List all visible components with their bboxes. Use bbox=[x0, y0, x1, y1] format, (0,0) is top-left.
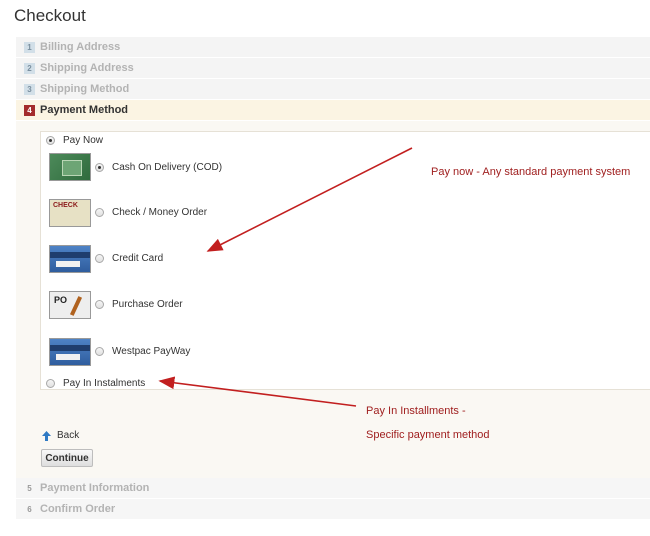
payment-option-label: Purchase Order bbox=[112, 299, 183, 310]
pay-now-label: Pay Now bbox=[63, 135, 104, 146]
step-label: Billing Address bbox=[40, 41, 121, 53]
check-icon-label: CHECK bbox=[53, 202, 78, 209]
step-payment-method[interactable]: 4 Payment Method bbox=[16, 100, 650, 121]
cod-card-icon bbox=[49, 153, 91, 181]
annotation-pay-now: Pay now - Any standard payment system bbox=[431, 166, 631, 178]
step-number: 3 bbox=[24, 83, 35, 95]
purchase-order-radio[interactable] bbox=[95, 300, 104, 309]
step-payment-information[interactable]: 5 Payment Information bbox=[16, 478, 650, 499]
step-number: 5 bbox=[24, 482, 35, 494]
checkout-steps: 1 Billing Address 2 Shipping Address 3 S… bbox=[16, 37, 650, 121]
pay-instalments-label: Pay In Instalments bbox=[63, 378, 146, 389]
payment-option-label: Westpac PayWay bbox=[112, 346, 191, 357]
payment-option-label: Credit Card bbox=[112, 253, 164, 264]
payment-option-check[interactable]: Check / Money Order bbox=[95, 207, 207, 218]
annotation-instalments-line1: Pay In Installments - bbox=[366, 405, 466, 417]
check-radio[interactable] bbox=[95, 208, 104, 217]
annotation-instalments-line2: Specific payment method bbox=[366, 429, 490, 441]
checkout-steps-remaining: 5 Payment Information 6 Confirm Order bbox=[16, 478, 650, 520]
cod-radio[interactable] bbox=[95, 163, 104, 172]
payment-option-westpac[interactable]: Westpac PayWay bbox=[95, 346, 190, 357]
credit-card-radio[interactable] bbox=[95, 254, 104, 263]
pay-instalments-radio[interactable] bbox=[46, 379, 55, 388]
step-shipping-address[interactable]: 2 Shipping Address bbox=[16, 58, 650, 79]
payment-option-label: Cash On Delivery (COD) bbox=[112, 162, 223, 173]
pay-now-radio[interactable] bbox=[46, 136, 55, 145]
step-shipping-method[interactable]: 3 Shipping Method bbox=[16, 79, 650, 100]
payment-option-purchase-order[interactable]: Purchase Order bbox=[95, 299, 183, 310]
step-label: Shipping Method bbox=[40, 83, 130, 95]
step-label: Payment Method bbox=[40, 104, 129, 116]
step-number: 4 bbox=[24, 104, 35, 116]
pay-now-option[interactable]: Pay Now bbox=[46, 135, 103, 146]
step-billing-address[interactable]: 1 Billing Address bbox=[16, 37, 650, 58]
step-confirm-order[interactable]: 6 Confirm Order bbox=[16, 499, 650, 520]
step-number: 1 bbox=[24, 41, 35, 53]
payment-option-cod[interactable]: Cash On Delivery (COD) bbox=[95, 162, 222, 173]
continue-button[interactable]: Continue bbox=[41, 449, 93, 467]
westpac-card-icon bbox=[49, 338, 91, 366]
check-icon: CHECK bbox=[49, 199, 91, 227]
step-number: 6 bbox=[24, 503, 35, 515]
payment-option-credit-card[interactable]: Credit Card bbox=[95, 253, 163, 264]
step-label: Shipping Address bbox=[40, 62, 134, 74]
back-link[interactable]: Back bbox=[42, 430, 79, 441]
back-arrow-icon bbox=[42, 430, 51, 441]
westpac-radio[interactable] bbox=[95, 347, 104, 356]
po-icon-label: PO bbox=[54, 295, 68, 305]
purchase-order-icon: PO bbox=[49, 291, 91, 319]
back-label: Back bbox=[57, 430, 80, 441]
step-number: 2 bbox=[24, 62, 35, 74]
page-title: Checkout bbox=[14, 6, 86, 25]
pay-instalments-option[interactable]: Pay In Instalments bbox=[46, 378, 145, 389]
step-label: Confirm Order bbox=[40, 503, 116, 515]
payment-option-label: Check / Money Order bbox=[112, 207, 208, 218]
step-label: Payment Information bbox=[40, 482, 150, 494]
credit-card-icon bbox=[49, 245, 91, 273]
